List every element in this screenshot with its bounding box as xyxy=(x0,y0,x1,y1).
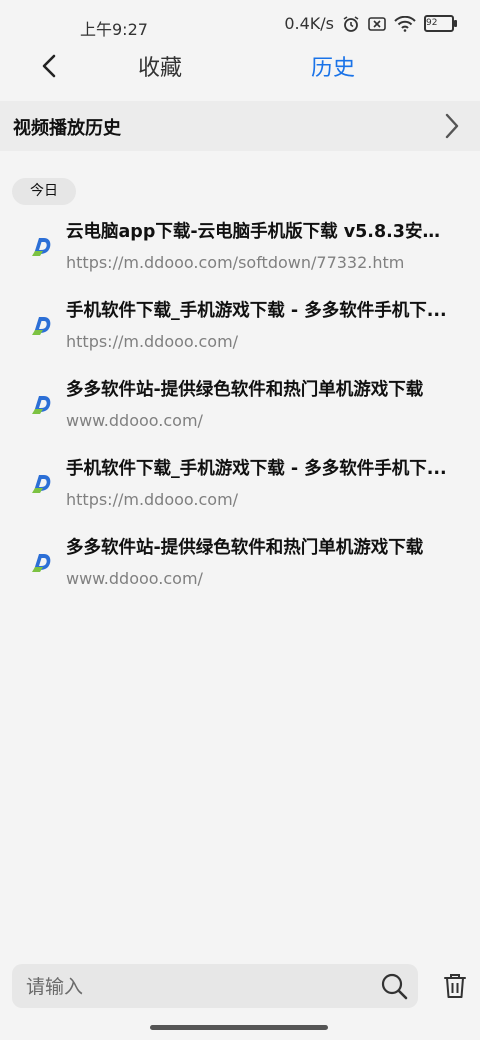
status-indicators: 0.4K/s 92 xyxy=(284,14,457,33)
history-list: 云电脑app下载-云电脑手机版下载 v5.8.3安卓... https://m.d… xyxy=(0,207,480,602)
site-logo-icon xyxy=(32,396,51,414)
site-logo-icon xyxy=(32,238,51,256)
history-item[interactable]: 手机软件下载_手机游戏下载 - 多多软件手机下... https://m.ddoo… xyxy=(0,286,480,365)
search-bar xyxy=(12,964,418,1010)
video-history-label: 视频播放历史 xyxy=(13,118,121,139)
chevron-left-icon xyxy=(42,54,56,78)
history-item-title: 手机软件下载_手机游戏下载 - 多多软件手机下... xyxy=(66,459,447,479)
date-group-label: 今日 xyxy=(12,178,76,205)
site-logo-icon xyxy=(32,475,51,493)
trash-icon[interactable] xyxy=(442,972,468,1000)
tab-favorites[interactable]: 收藏 xyxy=(138,50,182,82)
network-speed: 0.4K/s xyxy=(284,14,334,33)
status-time: 上午9:27 xyxy=(80,20,148,39)
alarm-icon xyxy=(342,15,360,33)
history-item-url: https://m.ddooo.com/ xyxy=(66,490,239,509)
history-item-url: https://m.ddooo.com/softdown/77332.htm xyxy=(66,253,405,272)
history-item-title: 云电脑app下载-云电脑手机版下载 v5.8.3安卓... xyxy=(66,222,456,242)
history-item-title: 手机软件下载_手机游戏下载 - 多多软件手机下... xyxy=(66,301,447,321)
chevron-right-icon xyxy=(445,113,459,139)
video-history-row[interactable]: 视频播放历史 xyxy=(0,101,480,151)
tab-history[interactable]: 历史 xyxy=(311,50,355,82)
site-logo-icon xyxy=(32,554,51,572)
history-item-url: www.ddooo.com/ xyxy=(66,569,203,588)
history-item[interactable]: 云电脑app下载-云电脑手机版下载 v5.8.3安卓... https://m.d… xyxy=(0,207,480,286)
history-item-url: www.ddooo.com/ xyxy=(66,411,203,430)
history-item-title: 多多软件站-提供绿色软件和热门单机游戏下载 xyxy=(66,538,424,558)
sim-off-icon xyxy=(368,16,386,32)
site-logo-icon xyxy=(32,317,51,335)
search-input[interactable] xyxy=(24,964,368,1010)
home-indicator[interactable] xyxy=(150,1025,328,1030)
battery-icon: 92 xyxy=(424,15,457,32)
history-item-url: https://m.ddooo.com/ xyxy=(66,332,239,351)
history-item[interactable]: 多多软件站-提供绿色软件和热门单机游戏下载 www.ddooo.com/ xyxy=(0,365,480,444)
wifi-icon xyxy=(394,15,416,32)
search-icon[interactable] xyxy=(380,972,408,1000)
history-item[interactable]: 手机软件下载_手机游戏下载 - 多多软件手机下... https://m.ddoo… xyxy=(0,444,480,523)
history-item-title: 多多软件站-提供绿色软件和热门单机游戏下载 xyxy=(66,380,424,400)
top-navigation: 收藏 历史 xyxy=(0,40,480,92)
back-button[interactable] xyxy=(34,48,66,84)
history-item[interactable]: 多多软件站-提供绿色软件和热门单机游戏下载 www.ddooo.com/ xyxy=(0,523,480,602)
